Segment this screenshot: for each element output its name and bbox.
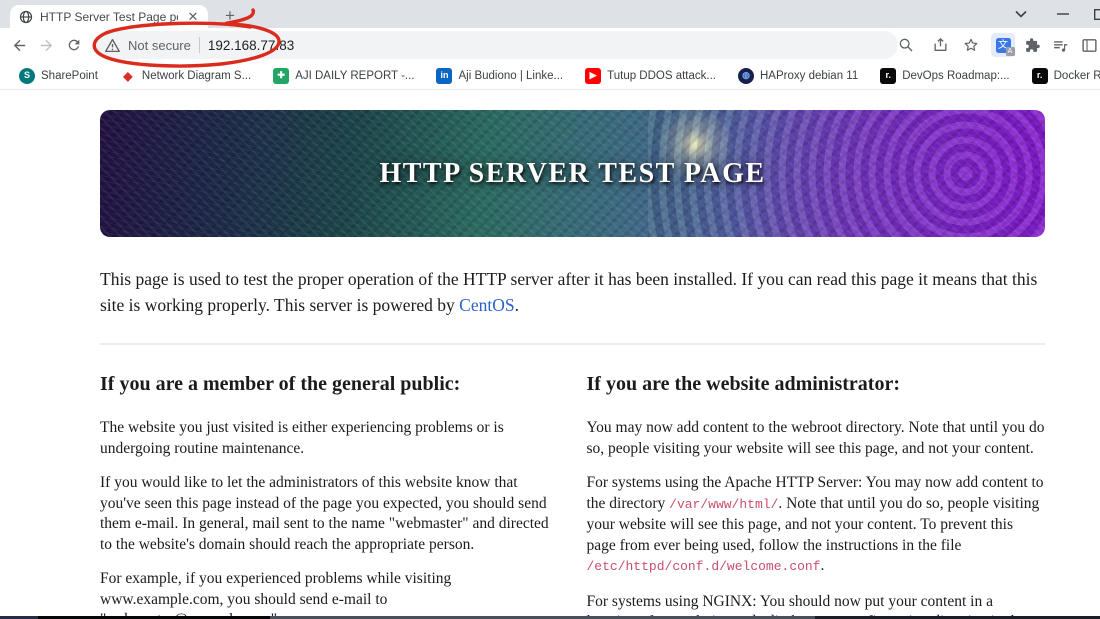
paragraph: For systems using the Apache HTTP Server… [586,474,1044,574]
paragraph: For example, if you experienced problems… [100,570,452,616]
bookmark-item[interactable]: r. Docker Roadmap -... [1021,62,1100,89]
maximize-button[interactable] [1086,3,1100,25]
two-column-section: If you are a member of the general publi… [100,373,1045,616]
bookmark-item[interactable]: ◆ Network Diagram S... [109,62,262,89]
share-icon[interactable] [927,32,953,58]
network-diagram-icon: ◆ [119,67,136,84]
bookmark-item[interactable]: ◍ HAProxy debian 11 [727,62,869,89]
banner-title: HTTP SERVER TEST PAGE [379,157,766,189]
bookmark-label: Docker Roadmap -... [1053,69,1100,82]
bookmark-item[interactable]: S SharePoint [8,62,109,89]
address-bar[interactable]: Not secure 192.168.77.83 [93,31,898,59]
bookmark-label: SharePoint [41,69,98,82]
minimize-button[interactable] [1050,3,1076,25]
paragraph: You may now add content to the webroot d… [586,419,1045,457]
intro-period: . [514,294,519,315]
bookmark-item[interactable]: ▶ Tutup DDOS attack... [574,62,727,89]
side-panel-icon[interactable] [1076,32,1100,58]
browser-toolbar: Not secure 192.168.77.83 文A [0,28,1100,62]
reload-button[interactable] [61,32,87,58]
administrator-heading: If you are the website administrator: [586,373,900,395]
bookmark-label: HAProxy debian 11 [760,69,859,82]
browser-tab[interactable]: HTTP Server Test Page powered ✕ [10,5,208,28]
bookmark-label: Tutup DDOS attack... [607,69,716,82]
intro-text: This page is used to test the proper ope… [100,269,1038,315]
forward-button[interactable] [33,32,59,58]
not-secure-warning-icon[interactable] [105,38,120,52]
media-queue-icon[interactable] [1047,32,1073,58]
tab-strip: HTTP Server Test Page powered ✕ + [0,0,1100,28]
security-label[interactable]: Not secure [128,38,191,53]
new-tab-button[interactable]: + [220,6,240,26]
general-public-paragraphs: The website you just visited is either e… [100,418,559,616]
back-button[interactable] [6,32,32,58]
google-sheets-icon: ✚ [273,67,290,84]
extensions-puzzle-icon[interactable] [1019,32,1045,58]
bookmark-label: DevOps Roadmap:... [902,69,1010,82]
bookmarks-bar: S SharePoint ◆ Network Diagram S... ✚ AJI DAI… [0,62,1100,90]
search-icon[interactable] [893,32,919,58]
roadmap-icon: r. [1031,67,1048,84]
bookmark-label: Aji Budiono | Linke... [458,69,564,82]
bookmark-item[interactable]: in Aji Budiono | Linke... [425,62,574,89]
tab-title: HTTP Server Test Page powered [40,9,178,24]
bookmark-item[interactable]: r. DevOps Roadmap:... [869,62,1020,89]
bookmark-label: AJI DAILY REPORT -... [295,69,415,82]
paragraph: The website you just visited is either e… [100,419,504,457]
bookmark-star-icon[interactable] [958,32,984,58]
url-text[interactable]: 192.168.77.83 [208,38,294,53]
general-public-column: If you are a member of the general publi… [100,373,559,616]
bookmark-item[interactable]: ✚ AJI DAILY REPORT -... [262,62,425,89]
translate-glyph: 文A [995,37,1015,56]
tab-close-icon[interactable]: ✕ [185,9,201,25]
roadmap-icon: r. [880,67,897,84]
paragraph: If you would like to let the administrat… [100,474,549,553]
linkedin-icon: in [436,67,453,84]
intro-paragraph: This page is used to test the proper ope… [100,267,1045,318]
administrator-column: If you are the website administrator: Yo… [587,373,1046,616]
centos-link[interactable]: CentOS [459,295,514,315]
address-separator [198,37,200,53]
sharepoint-icon: S [19,67,35,84]
translate-icon[interactable]: 文A [991,33,1015,57]
administrator-paragraphs: You may now add content to the webroot d… [587,418,1046,616]
general-public-heading: If you are a member of the general publi… [100,373,461,395]
web-page-content: HTTP SERVER TEST PAGE This page is used … [0,91,1100,616]
bookmark-label: Network Diagram S... [141,69,252,82]
test-page-banner: HTTP SERVER TEST PAGE [100,110,1045,237]
haproxy-icon: ◍ [738,67,754,84]
youtube-icon: ▶ [585,67,602,84]
divider [100,343,1045,345]
paragraph: For systems using NGINX: You should now … [586,592,1026,617]
tab-search-chevron-icon[interactable] [1008,3,1034,25]
globe-favicon-icon [19,10,33,24]
